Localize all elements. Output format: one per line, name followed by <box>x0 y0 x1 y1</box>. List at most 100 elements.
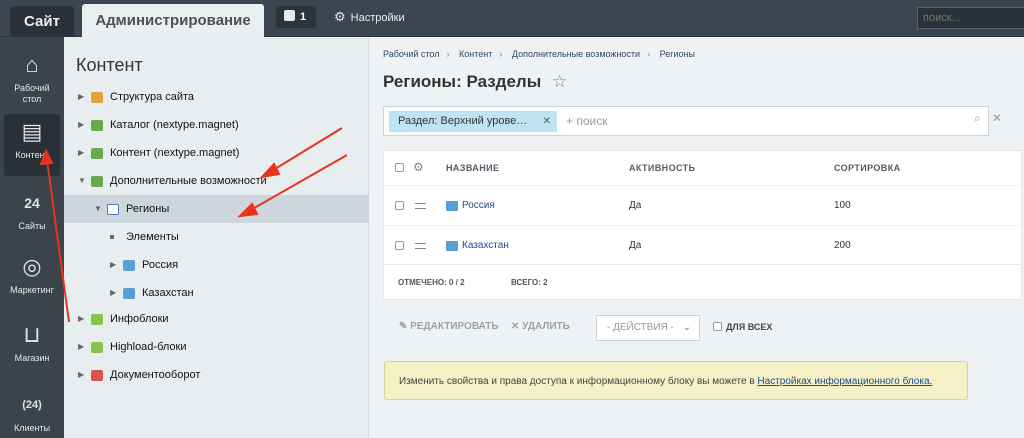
structure-icon <box>91 92 103 103</box>
select-all-checkbox[interactable] <box>395 163 404 172</box>
breadcrumb-item[interactable]: Дополнительные возможности <box>512 49 640 59</box>
tree-item-label: Россия <box>142 259 179 271</box>
folder-icon <box>446 241 458 251</box>
tree-item-regions[interactable]: ▼ Регионы <box>64 195 369 223</box>
tree-item-site-structure[interactable]: ▶ Структура сайта <box>64 83 369 111</box>
folder-icon <box>123 260 135 271</box>
workflow-icon <box>91 370 103 381</box>
star-icon[interactable]: ☆ <box>552 72 567 92</box>
sidebar-item-shop[interactable]: ⊔ Магазин <box>4 317 60 377</box>
row-name-link[interactable]: Россия <box>462 186 495 226</box>
main-panel: Рабочий стол › Контент › Дополнительные во… <box>369 37 1024 438</box>
expand-arrow-icon[interactable]: ▶ <box>78 139 84 167</box>
tree-item-workflow[interactable]: ▶ Документооборот <box>64 361 369 389</box>
tree-title: Контент <box>76 55 143 75</box>
highload-icon <box>91 342 103 353</box>
sidebar-item-label: Сайты <box>18 221 46 231</box>
sidebar-item-sites[interactable]: 24 Сайты <box>4 185 60 245</box>
gear-icon[interactable]: ⚙ <box>413 160 424 174</box>
chevron-right-icon: › <box>446 49 450 59</box>
sidebar-item-clients[interactable]: (24) Клиенты <box>4 387 60 438</box>
filter-search-input[interactable]: + поиск <box>566 111 607 132</box>
settings-link[interactable]: ⚙ Настройки <box>334 9 405 26</box>
tree-item-highload[interactable]: ▶ Highload-блоки <box>64 333 369 361</box>
expand-arrow-icon[interactable]: ▶ <box>78 111 84 139</box>
drag-handle-icon[interactable] <box>415 203 426 209</box>
tab-site[interactable]: Сайт <box>10 6 74 37</box>
for-all-label: ДЛЯ ВСЕХ <box>726 322 773 332</box>
edit-button[interactable]: ✎ РЕДАКТИРОВАТЬ <box>399 307 499 347</box>
tree-item-label: Регионы <box>126 203 170 215</box>
clients-icon: (24) <box>22 399 42 411</box>
for-all-checkbox[interactable]: ДЛЯ ВСЕХ <box>713 307 772 347</box>
sidebar-item-content[interactable]: ▤ Контент <box>4 114 60 176</box>
expand-arrow-icon[interactable]: ▶ <box>78 333 84 361</box>
tree-item-kazakhstan[interactable]: ▶ Казахстан <box>64 279 369 307</box>
column-header-name[interactable]: НАЗВАНИЕ <box>446 151 499 185</box>
close-icon[interactable]: ✕ <box>992 111 1002 125</box>
folder-icon <box>123 288 135 299</box>
row-name-link[interactable]: Казахстан <box>462 226 509 266</box>
filter-bar[interactable]: Раздел: Верхний урове… ✕ + поиск ⌕ ✕ <box>383 106 1002 136</box>
column-header-sort[interactable]: СОРТИРОВКА <box>834 151 901 185</box>
tree-item-extra[interactable]: ▼ Дополнительные возможности <box>64 167 369 195</box>
checked-value: 0 / 2 <box>448 278 465 287</box>
search-input[interactable] <box>917 7 1024 29</box>
grid-stats: ОТМЕЧЕНО: 0 / 2 ВСЕГО: 2 <box>384 264 1021 300</box>
checkbox-box[interactable] <box>713 322 722 331</box>
table-row[interactable]: Казахстан Да 200 <box>384 225 1021 265</box>
iblock-icon <box>91 120 103 131</box>
sidebar-item-label: Контент <box>15 150 49 160</box>
sidebar: ⌂ Рабочий стол ▤ Контент 24 Сайты ◎ Маркетин… <box>0 37 64 438</box>
expand-arrow-icon[interactable]: ▶ <box>110 251 116 279</box>
expand-arrow-icon[interactable]: ▶ <box>78 305 84 333</box>
notification-icon <box>284 10 295 21</box>
content-tree: Контент ▶ Структура сайта ▶ Каталог (nexty… <box>64 37 369 438</box>
expand-arrow-icon[interactable]: ▶ <box>110 279 116 307</box>
iblock-icon <box>91 148 103 159</box>
search-icon[interactable]: ⌕ <box>974 111 981 126</box>
tree-item-content[interactable]: ▶ Контент (nextype.magnet) <box>64 139 369 167</box>
collapse-arrow-icon[interactable]: ▼ <box>94 195 102 223</box>
folder-icon <box>446 201 458 211</box>
notice-link[interactable]: Настройках информационного блока. <box>757 376 932 387</box>
tree-item-label: Highload-блоки <box>110 341 187 353</box>
column-header-active[interactable]: АКТИВНОСТЬ <box>629 151 695 185</box>
tree-item-elements[interactable]: Элементы <box>64 223 369 251</box>
delete-button[interactable]: ✕ УДАЛИТЬ <box>511 307 570 347</box>
tree-item-iblocks[interactable]: ▶ Инфоблоки <box>64 305 369 333</box>
breadcrumb-item[interactable]: Рабочий стол <box>383 49 440 59</box>
row-checkbox[interactable] <box>395 241 404 250</box>
row-checkbox[interactable] <box>395 201 404 210</box>
actions-select[interactable]: - ДЕЙСТВИЯ - ⌄ <box>596 315 700 341</box>
settings-label: Настройки <box>350 12 405 24</box>
row-active: Да <box>629 240 642 251</box>
sidebar-item-desktop[interactable]: ⌂ Рабочий стол <box>4 47 60 107</box>
collapse-arrow-icon[interactable]: ▼ <box>78 167 86 195</box>
home-icon: ⌂ <box>25 52 39 77</box>
table-row[interactable]: Россия Да 100 <box>384 185 1021 225</box>
tree-item-label: Структура сайта <box>110 91 195 103</box>
top-bar: Сайт Администрирование 1 ⚙ Настройки <box>0 0 1024 38</box>
document-icon: ▤ <box>21 119 43 144</box>
iblock-icon <box>91 176 103 187</box>
expand-arrow-icon[interactable]: ▶ <box>78 83 84 111</box>
tab-admin[interactable]: Администрирование <box>82 4 264 38</box>
info-notice: Изменить свойства и права доступа к инфо… <box>384 361 968 400</box>
filter-chip[interactable]: Раздел: Верхний урове… ✕ <box>389 111 557 132</box>
tree-item-label: Казахстан <box>142 287 194 299</box>
sidebar-item-label: Магазин <box>14 353 50 363</box>
sidebar-item-marketing[interactable]: ◎ Маркетинг <box>4 249 60 309</box>
breadcrumb-item[interactable]: Контент <box>459 49 492 59</box>
gear-icon: ⚙ <box>334 9 346 24</box>
tree-item-catalog[interactable]: ▶ Каталог (nextype.magnet) <box>64 111 369 139</box>
breadcrumb-item[interactable]: Регионы <box>660 49 695 59</box>
notifications-button[interactable]: 1 <box>276 6 316 28</box>
expand-arrow-icon[interactable]: ▶ <box>78 361 84 389</box>
total-value: 2 <box>543 278 548 287</box>
tree-item-russia[interactable]: ▶ Россия <box>64 251 369 279</box>
drag-handle-icon[interactable] <box>415 243 426 249</box>
close-icon[interactable]: ✕ <box>543 111 551 132</box>
bullet-icon <box>110 235 114 239</box>
row-active: Да <box>629 200 642 211</box>
